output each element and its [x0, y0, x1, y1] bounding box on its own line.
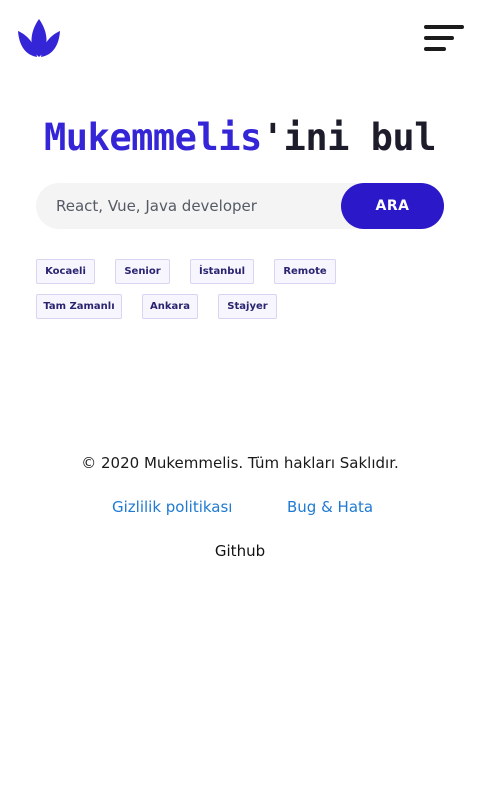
- search-button[interactable]: ARA: [341, 183, 444, 229]
- footer-copyright: © 2020 Mukemmelis. Tüm hakları Saklıdır.: [81, 454, 399, 472]
- search-bar: ARA: [36, 183, 444, 229]
- bug-report-link[interactable]: Bug & Hata: [287, 498, 373, 516]
- brand-name: Mukemmelis: [44, 116, 262, 159]
- tag-kocaeli[interactable]: Kocaeli: [36, 259, 95, 284]
- tag-tam-zamanli[interactable]: Tam Zamanlı: [36, 294, 122, 319]
- search-input[interactable]: [36, 183, 341, 229]
- tag-istanbul[interactable]: İstanbul: [190, 259, 254, 284]
- lotus-leaf-logo-icon[interactable]: [17, 17, 61, 59]
- privacy-policy-link[interactable]: Gizlilik politikası: [112, 498, 232, 516]
- tag-remote[interactable]: Remote: [274, 259, 336, 284]
- hamburger-menu-icon[interactable]: [422, 24, 466, 52]
- tag-senior[interactable]: Senior: [115, 259, 170, 284]
- tag-ankara[interactable]: Ankara: [142, 294, 198, 319]
- github-link[interactable]: Github: [0, 542, 480, 560]
- page-title: Mukemmelis'ini bul: [0, 116, 480, 159]
- title-suffix: 'ini bul: [261, 116, 437, 159]
- header: [0, 0, 480, 80]
- tag-stajyer[interactable]: Stajyer: [218, 294, 277, 319]
